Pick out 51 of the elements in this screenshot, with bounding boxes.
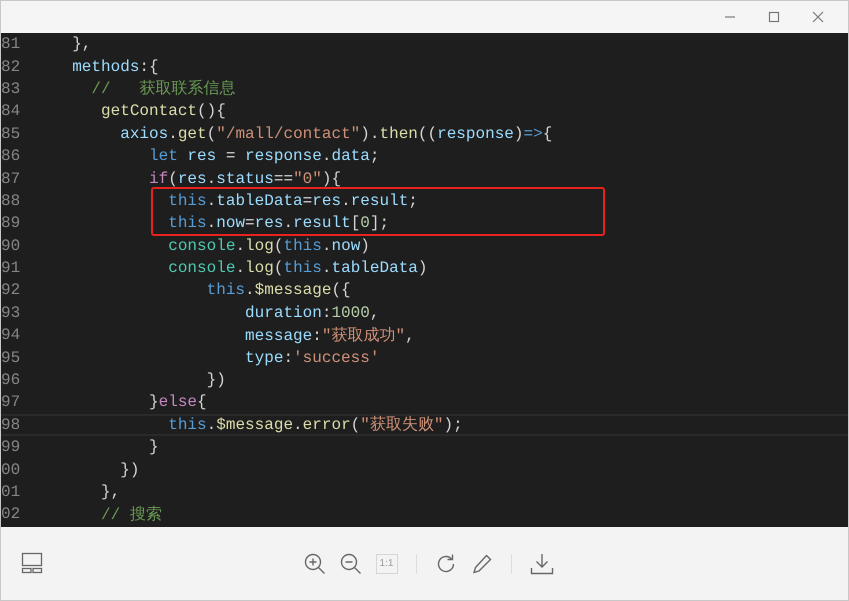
code-line: }else{ (148, 393, 207, 412)
line-number: 88 (1, 192, 22, 210)
close-icon[interactable] (812, 11, 824, 23)
code-line: getContact(){ (100, 102, 226, 120)
line-number: 99 (1, 438, 22, 456)
code-line: this.now=res.result[0]; (167, 214, 390, 232)
code-line: }, (71, 35, 92, 54)
pencil-icon[interactable] (470, 552, 492, 574)
code-line: duration:1000, (244, 304, 380, 322)
code-line: // 获取联系信息 (90, 78, 236, 100)
line-number: 83 (1, 80, 22, 98)
line-number: 01 (1, 483, 22, 501)
code-line: console.log(this.now) (167, 236, 370, 255)
line-number: 92 (1, 281, 22, 300)
line-number: 98 (1, 416, 22, 434)
code-line: console.log(this.tableData) (167, 259, 428, 278)
layout-icon[interactable] (21, 552, 43, 574)
line-number: 82 (1, 58, 22, 76)
code-line: }) (206, 371, 226, 390)
line-number: 00 (1, 460, 22, 479)
line-number: 87 (1, 170, 22, 188)
code-line: type:'success' (244, 348, 380, 367)
code-line: this.$message.error("获取失败"); (167, 414, 463, 436)
zoom-in-icon[interactable] (304, 552, 326, 574)
code-line: } (148, 438, 159, 456)
line-number: 86 (1, 147, 22, 166)
download-icon[interactable] (530, 552, 554, 574)
line-number: 91 (1, 259, 22, 278)
line-number: 90 (1, 236, 22, 255)
line-number: 81 (1, 35, 22, 54)
code-line: if(res.status=="0"){ (148, 170, 342, 188)
line-number: 96 (1, 371, 22, 390)
line-number: 95 (1, 348, 22, 367)
maximize-icon[interactable] (768, 11, 780, 23)
line-number: 89 (1, 214, 22, 232)
code-line: // 搜索 (100, 504, 162, 525)
code-line: axios.get("/mall/contact").then((response)=>{ (119, 124, 552, 143)
line-number: 93 (1, 304, 22, 322)
code-line: this.$message({ (206, 281, 351, 300)
line-number: 02 (1, 505, 22, 524)
code-line: this.tableData=res.result; (167, 192, 418, 210)
code-line: message:"获取成功", (244, 326, 415, 346)
code-line: }) (119, 460, 140, 479)
zoom-out-icon[interactable] (340, 552, 362, 574)
code-line: methods:{ (71, 58, 159, 76)
line-number: 97 (1, 393, 22, 412)
line-number: 94 (1, 326, 22, 344)
code-line: }, (100, 483, 120, 501)
code-line: let res = response.data; (148, 147, 380, 166)
line-number: 85 (1, 124, 22, 143)
line-number: 84 (1, 102, 22, 120)
